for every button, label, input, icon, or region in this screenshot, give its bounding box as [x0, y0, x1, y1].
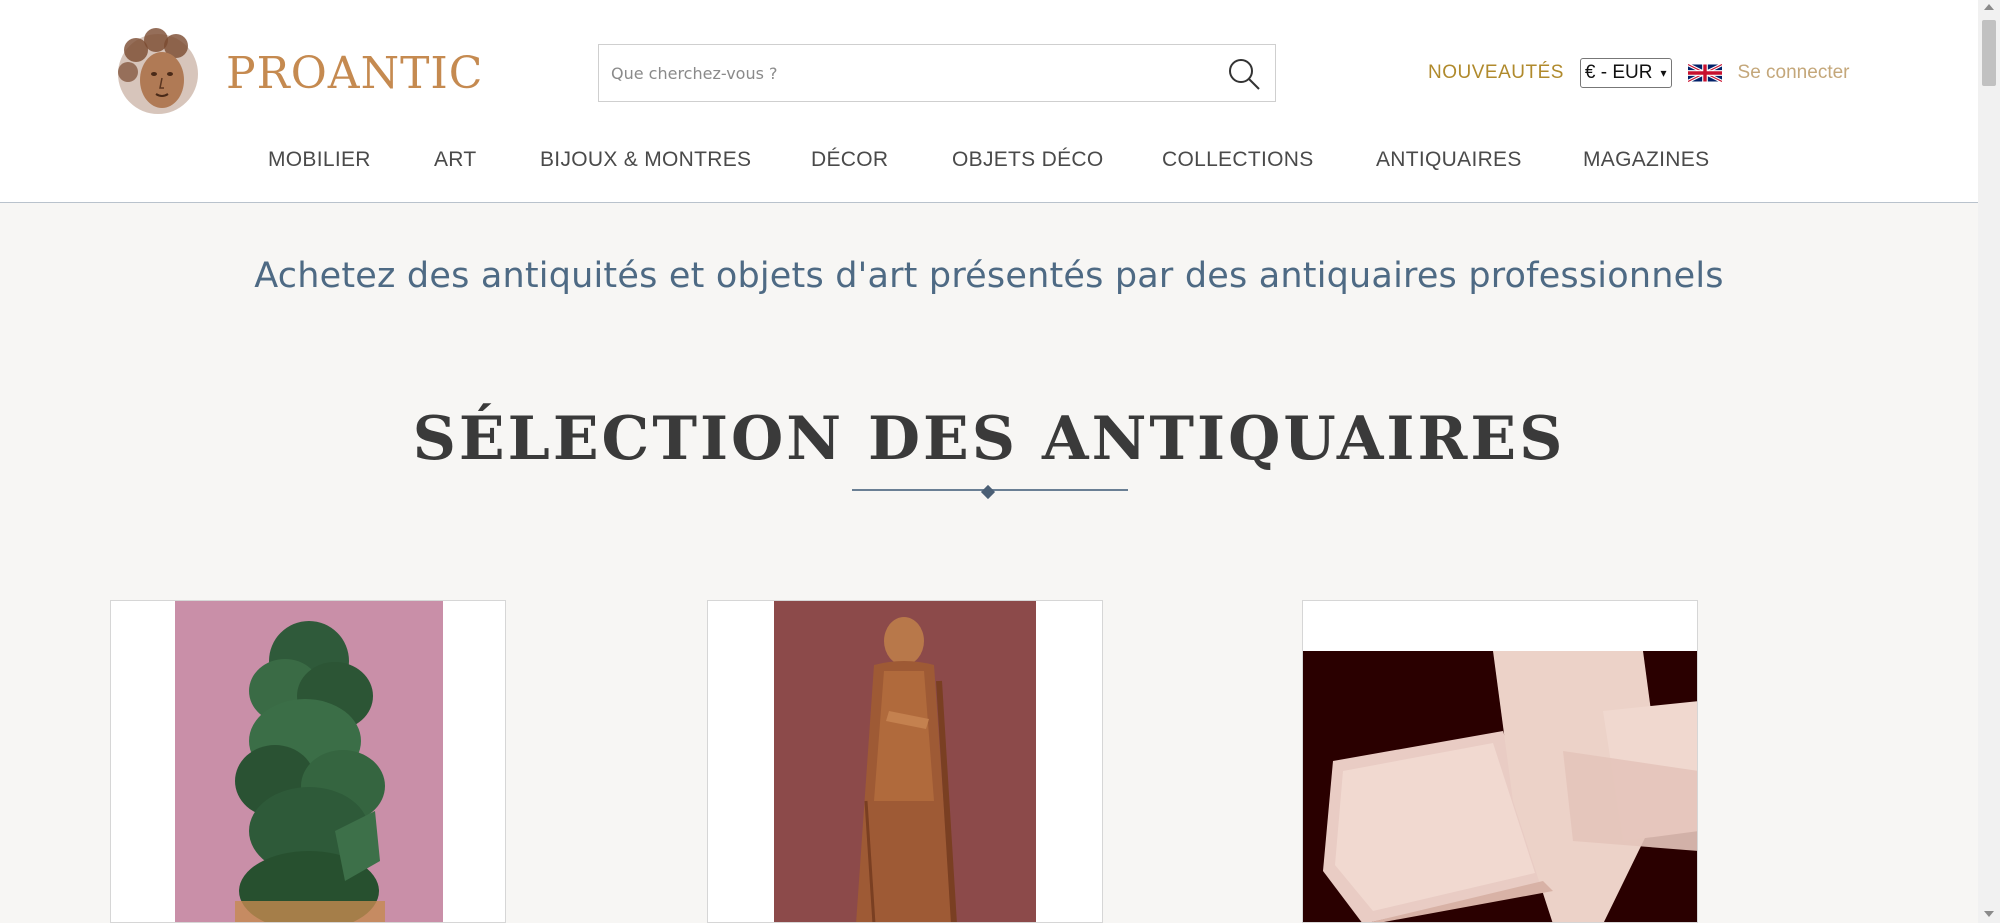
product-card[interactable]: [1302, 600, 1698, 923]
uk-flag-icon[interactable]: [1687, 61, 1722, 85]
product-card[interactable]: [110, 600, 506, 923]
nav-item-art[interactable]: ART: [434, 148, 540, 172]
page-scrollbar[interactable]: [1978, 0, 2000, 923]
main-nav: MOBILIER ART BIJOUX & MONTRES DÉCOR OBJE…: [268, 148, 1723, 172]
currency-select[interactable]: € - EUR ▾: [1579, 58, 1672, 88]
carved-wooden-saint-statue[interactable]: [774, 601, 1036, 923]
nav-item-mobilier[interactable]: MOBILIER: [268, 148, 434, 172]
search-icon[interactable]: [1227, 57, 1261, 91]
nav-item-collections[interactable]: COLLECTIONS: [1162, 148, 1376, 172]
chevron-down-icon: ▾: [1660, 66, 1667, 80]
site-header: PROANTIC NOUVEAUTÉS € - EUR ▾ Se connect…: [0, 0, 1978, 203]
header-actions: NOUVEAUTÉS € - EUR ▾ Se connecter: [1428, 56, 1850, 90]
scroll-down-icon[interactable]: [1984, 911, 1994, 917]
brand-name: PROANTIC: [226, 48, 484, 99]
diamond-ornament-icon: [980, 484, 996, 500]
nav-item-antiquaires[interactable]: ANTIQUAIRES: [1376, 148, 1583, 172]
green-ceramic-tree-sculpture[interactable]: [175, 601, 443, 923]
nav-item-objets-deco[interactable]: OBJETS DÉCO: [952, 148, 1162, 172]
product-card[interactable]: [707, 600, 1103, 923]
scroll-thumb[interactable]: [1982, 20, 1996, 86]
nav-item-bijoux-montres[interactable]: BIJOUX & MONTRES: [540, 148, 811, 172]
login-link[interactable]: Se connecter: [1738, 62, 1850, 84]
site-tagline: Achetez des antiquités et objets d'art p…: [254, 256, 1724, 296]
currency-value: € - EUR: [1584, 62, 1653, 83]
site-logo[interactable]: PROANTIC: [108, 22, 482, 122]
scroll-up-icon[interactable]: [1984, 4, 1994, 10]
lace-linen-napkins[interactable]: [1303, 651, 1698, 923]
section-title: SÉLECTION DES ANTIQUAIRES: [412, 404, 1566, 474]
classical-head-logo-icon: [118, 28, 198, 114]
new-arrivals-link[interactable]: NOUVEAUTÉS: [1428, 62, 1564, 84]
dealer-selection-grid: [110, 600, 1698, 923]
search-bar[interactable]: [598, 44, 1276, 102]
nav-item-magazines[interactable]: MAGAZINES: [1583, 148, 1723, 172]
search-input[interactable]: [611, 45, 1211, 101]
nav-item-decor[interactable]: DÉCOR: [811, 148, 952, 172]
